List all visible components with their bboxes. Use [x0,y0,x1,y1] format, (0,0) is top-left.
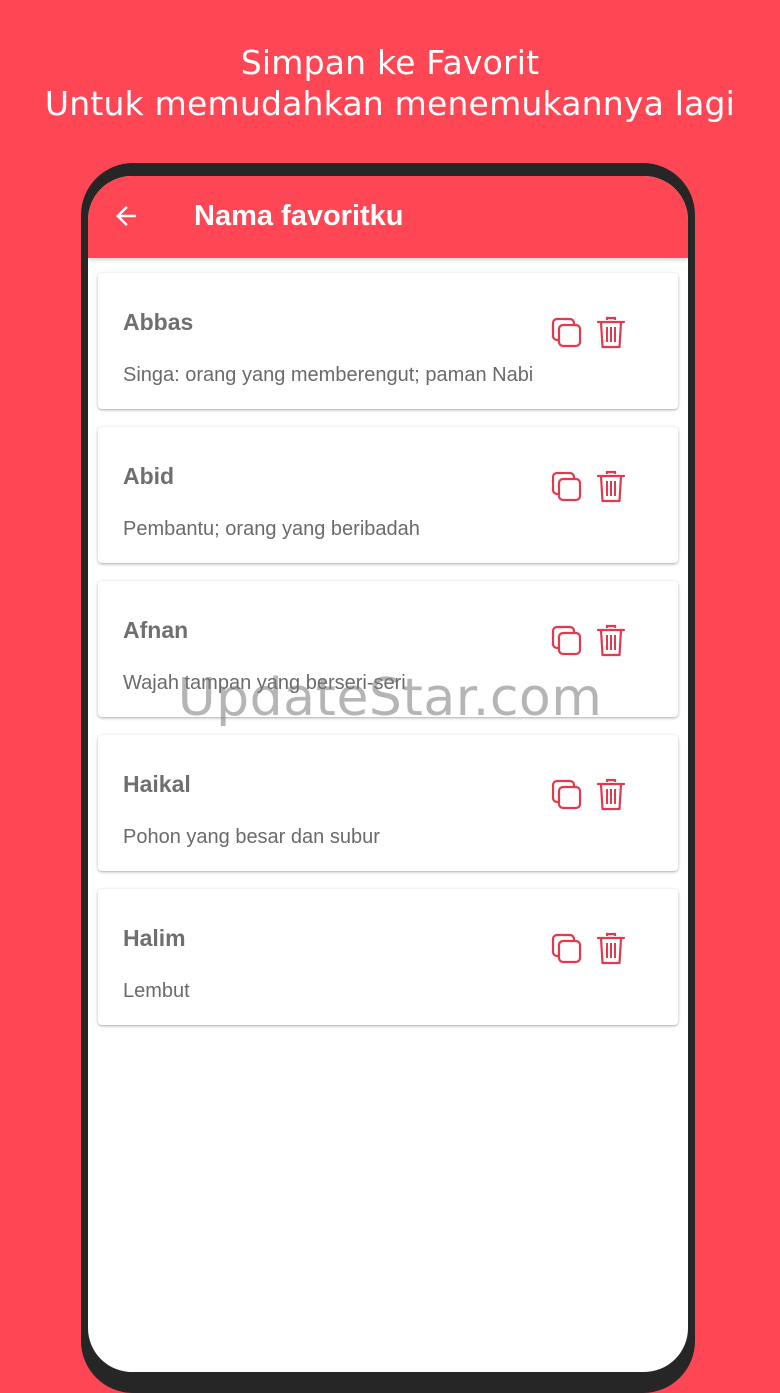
trash-icon [596,778,626,811]
delete-button[interactable] [593,931,629,967]
trash-icon [596,316,626,349]
favorite-card: Abbas Singa: orang yang memberengut; pam… [98,273,678,409]
app-screen: Nama favoritku Abbas Singa: orang yang m… [88,176,688,1372]
promo-headline: Simpan ke Favorit Untuk memudahkan menem… [0,42,780,124]
favorites-list: Abbas Singa: orang yang memberengut; pam… [98,273,678,1043]
copy-button[interactable] [549,777,585,813]
favorite-card: Halim Lembut [98,889,678,1025]
trash-icon [596,470,626,503]
copy-icon [551,471,582,502]
page-title: Nama favoritku [194,200,404,232]
copy-button[interactable] [549,623,585,659]
phone-frame: Nama favoritku Abbas Singa: orang yang m… [81,163,695,1393]
favorite-meaning: Lembut [123,980,190,1002]
copy-icon [551,625,582,656]
delete-button[interactable] [593,315,629,351]
copy-icon [551,779,582,810]
trash-icon [596,932,626,965]
favorite-card: Haikal Pohon yang besar dan subur [98,735,678,871]
favorite-name: Afnan [123,617,189,643]
favorite-card: Afnan Wajah tampan yang berseri-seri [98,581,678,717]
app-bar: Nama favoritku [88,176,688,258]
copy-button[interactable] [549,315,585,351]
delete-button[interactable] [593,777,629,813]
copy-icon [551,933,582,964]
favorite-meaning: Wajah tampan yang berseri-seri [123,672,406,694]
favorite-meaning: Pohon yang besar dan subur [123,826,380,848]
arrow-left-icon [116,206,136,226]
favorite-meaning: Singa: orang yang memberengut; paman Nab… [123,364,534,386]
favorite-name: Abbas [123,309,194,335]
favorite-meaning: Pembantu; orang yang beribadah [123,518,420,540]
delete-button[interactable] [593,623,629,659]
back-button[interactable] [106,196,146,236]
promo-line-2: Untuk memudahkan menemukannya lagi [44,84,736,123]
promo-line-1: Simpan ke Favorit [240,43,540,82]
favorite-name: Halim [123,925,186,951]
delete-button[interactable] [593,469,629,505]
favorite-name: Haikal [123,771,191,797]
favorite-name: Abid [123,463,175,489]
copy-button[interactable] [549,469,585,505]
trash-icon [596,624,626,657]
copy-icon [551,317,582,348]
favorite-card: Abid Pembantu; orang yang beribadah [98,427,678,563]
copy-button[interactable] [549,931,585,967]
